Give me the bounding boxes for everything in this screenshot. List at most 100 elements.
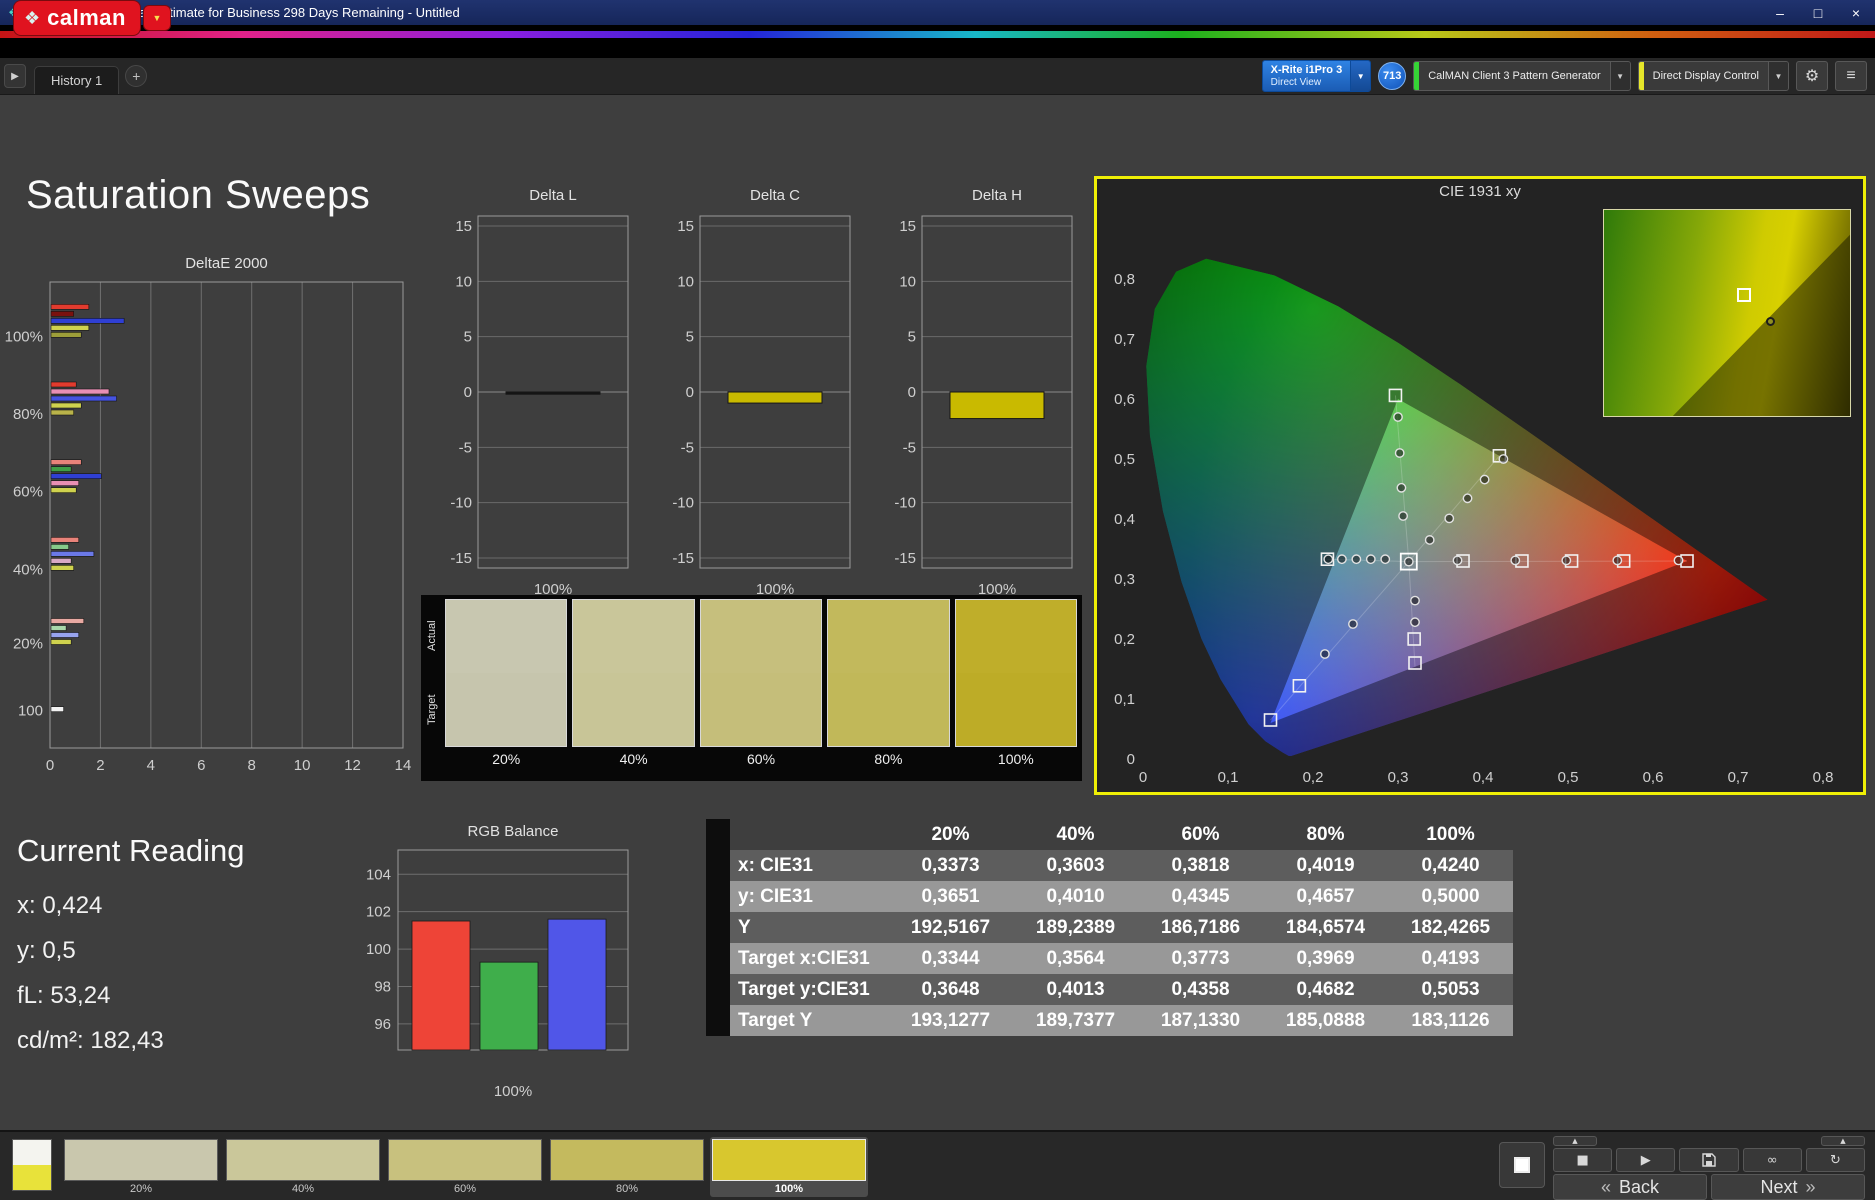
tab-nav-button[interactable]: ▶ (4, 64, 26, 88)
table-cell: 0,4010 (1013, 881, 1138, 912)
tab-history-1[interactable]: History 1 (34, 66, 119, 94)
patch-swatch-60%[interactable]: 60% (386, 1137, 544, 1197)
svg-text:-5: -5 (903, 439, 916, 456)
table-cell: 0,3603 (1013, 850, 1138, 881)
svg-text:80%: 80% (13, 406, 43, 423)
patch-preview-bottom (13, 1165, 51, 1190)
rgb-balance-chart: RGB Balance 9698100102104 100% (352, 823, 652, 1100)
bottom-bar: 20% 40% 60% 80% 100% ▲ ▲ ■ ▶ (0, 1130, 1875, 1200)
current-patch-preview (12, 1139, 52, 1191)
table-cell: 0,3969 (1263, 943, 1388, 974)
menu-button[interactable]: ≡ (1835, 61, 1867, 91)
patch-swatch-20%[interactable]: 20% (62, 1137, 220, 1197)
svg-text:104: 104 (366, 866, 391, 883)
svg-text:0,4: 0,4 (1473, 769, 1494, 786)
svg-text:-10: -10 (894, 495, 916, 512)
patch-swatch-100%[interactable]: 100% (710, 1137, 868, 1197)
close-button[interactable]: × (1837, 0, 1875, 25)
logo-dropdown-button[interactable]: ▼ (144, 6, 170, 30)
saturation-swatch-80% (827, 599, 949, 747)
eject-icon: ▲ (1840, 1137, 1845, 1145)
svg-text:0,2: 0,2 (1114, 631, 1135, 648)
table-cell: 0,4657 (1263, 881, 1388, 912)
pattern-window-button[interactable] (1499, 1142, 1545, 1188)
meter-dropdown[interactable]: X-Rite i1Pro 3 Direct View ▼ (1262, 60, 1372, 92)
delta-c-title: Delta C (700, 187, 850, 204)
meter-mode: Direct View (1271, 77, 1343, 89)
loop-icon: ∞ (1767, 1153, 1778, 1168)
refresh-button[interactable]: ↻ (1806, 1148, 1865, 1172)
table-header-row: 20%40%60%80%100% (706, 819, 1513, 850)
table-cell: 0,3648 (888, 974, 1013, 1005)
loop-button[interactable]: ∞ (1743, 1148, 1802, 1172)
refresh-icon: ↻ (1830, 1153, 1841, 1168)
table-cell: 0,4345 (1138, 881, 1263, 912)
column-header: 60% (1138, 819, 1263, 850)
add-tab-button[interactable]: + (125, 65, 147, 87)
current-reading-panel: Current Reading x: 0,424 y: 0,5 fL: 53,2… (17, 833, 244, 1063)
svg-text:0,3: 0,3 (1114, 571, 1135, 588)
actual-swatch (573, 600, 693, 673)
row-label: y: CIE31 (730, 881, 888, 912)
tab-label: History 1 (51, 73, 102, 88)
row-label: Target Y (730, 1005, 888, 1036)
play-arrow-icon: ▶ (11, 71, 19, 82)
play-button[interactable]: ▶ (1616, 1148, 1675, 1172)
display-control-dropdown[interactable]: Direct Display Control ▼ (1638, 61, 1789, 91)
chevron-down-icon: ▼ (1610, 62, 1630, 90)
next-label: Next (1760, 1177, 1797, 1198)
delta-h-plot: 151050-5-10-15 (876, 208, 1078, 579)
rgb-bar-red (412, 921, 470, 1050)
svg-text:0: 0 (686, 384, 694, 401)
row-label: Target x:CIE31 (730, 943, 888, 974)
collapse-left-button[interactable]: ▲ (1553, 1136, 1597, 1146)
maximize-button[interactable]: □ (1799, 0, 1837, 25)
reading-y: y: 0,5 (17, 928, 244, 973)
table-cell: 0,4682 (1263, 974, 1388, 1005)
svg-text:0,8: 0,8 (1114, 271, 1135, 288)
delta-h-title: Delta H (922, 187, 1072, 204)
saturation-swatch-100% (955, 599, 1077, 747)
next-button[interactable]: Next » (1711, 1174, 1865, 1200)
svg-text:5: 5 (464, 329, 472, 346)
svg-text:0,5: 0,5 (1114, 451, 1135, 468)
saturation-swatch-60% (700, 599, 822, 747)
calman-logo[interactable]: ❖ calman ▼ (14, 1, 170, 35)
svg-text:15: 15 (899, 218, 916, 235)
minimize-button[interactable]: – (1761, 0, 1799, 25)
rainbow-divider (0, 31, 1875, 38)
plus-icon: + (132, 68, 140, 84)
patch-swatch-list: 20% 40% 60% 80% 100% (62, 1137, 868, 1197)
settings-button[interactable]: ⚙ (1796, 61, 1828, 91)
table-cell: 0,5053 (1388, 974, 1513, 1005)
column-header: 100% (1388, 819, 1513, 850)
patch-swatch-80%[interactable]: 80% (548, 1137, 706, 1197)
main-content: Saturation Sweeps DeltaE 2000 0246810121… (0, 95, 1875, 1130)
column-header: 80% (1263, 819, 1388, 850)
stop-button[interactable]: ■ (1553, 1148, 1612, 1172)
svg-text:-10: -10 (450, 495, 472, 512)
cie-zoom-inset (1603, 209, 1851, 417)
pattern-generator-dropdown[interactable]: CalMAN Client 3 Pattern Generator ▼ (1413, 61, 1630, 91)
svg-text:10: 10 (294, 757, 311, 774)
table-cell: 183,1126 (1388, 1005, 1513, 1036)
patch-swatch-40%[interactable]: 40% (224, 1137, 382, 1197)
svg-text:40%: 40% (13, 561, 43, 578)
table-cell: 185,0888 (1263, 1005, 1388, 1036)
rgb-balance-xlabel: 100% (398, 1083, 628, 1100)
collapse-right-button[interactable]: ▲ (1821, 1136, 1865, 1146)
save-button[interactable] (1679, 1148, 1738, 1172)
table-cell: 0,4240 (1388, 850, 1513, 881)
table-cell: 0,3373 (888, 850, 1013, 881)
transport-controls: ▲ ▲ ■ ▶ ∞ ↻ (1499, 1136, 1865, 1200)
delta-l-title: Delta L (478, 187, 628, 204)
back-button[interactable]: « Back (1553, 1174, 1707, 1200)
target-row-label: Target (421, 673, 443, 747)
actual-swatch (446, 600, 566, 673)
current-reading-title: Current Reading (17, 833, 244, 869)
patch-label: 100% (712, 1183, 866, 1195)
rgb-balance-title: RGB Balance (398, 823, 628, 840)
stop-icon: ■ (1576, 1153, 1588, 1168)
patch-color (550, 1139, 704, 1181)
reading-x: x: 0,424 (17, 883, 244, 928)
